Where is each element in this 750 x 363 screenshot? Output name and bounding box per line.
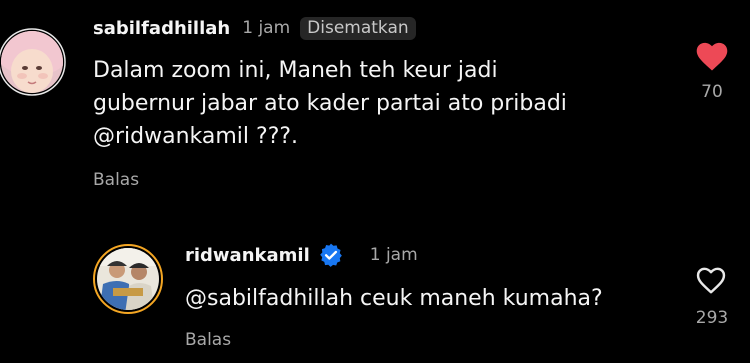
username-link[interactable]: ridwankamil: [185, 245, 310, 266]
reply-button[interactable]: Balas: [185, 330, 231, 350]
timestamp: 1 jam: [242, 18, 291, 38]
like-count: 70: [701, 82, 723, 102]
comment-text: @sabilfadhillah ceuk maneh kumaha?: [185, 286, 603, 311]
heart-filled-icon: [696, 42, 728, 71]
heart-outline-icon: [696, 267, 726, 294]
comment-header: ridwankamil 1 jam: [185, 240, 418, 270]
avatar-ridwankamil[interactable]: [93, 244, 163, 314]
comment-header: sabilfadhillah 1 jam Disematkan: [93, 14, 416, 42]
verified-badge-icon: [318, 242, 344, 268]
timestamp: 1 jam: [369, 245, 418, 265]
like-button[interactable]: [694, 40, 730, 72]
username-link[interactable]: sabilfadhillah: [93, 18, 230, 39]
comment-text: Dalam zoom ini, Maneh teh keur jadi gube…: [93, 58, 567, 149]
reply-button[interactable]: Balas: [93, 170, 139, 190]
like-button[interactable]: [694, 265, 728, 295]
pinned-badge: Disematkan: [300, 16, 416, 40]
avatar-sabilfadhillah[interactable]: [0, 16, 68, 108]
like-count: 293: [695, 308, 729, 328]
